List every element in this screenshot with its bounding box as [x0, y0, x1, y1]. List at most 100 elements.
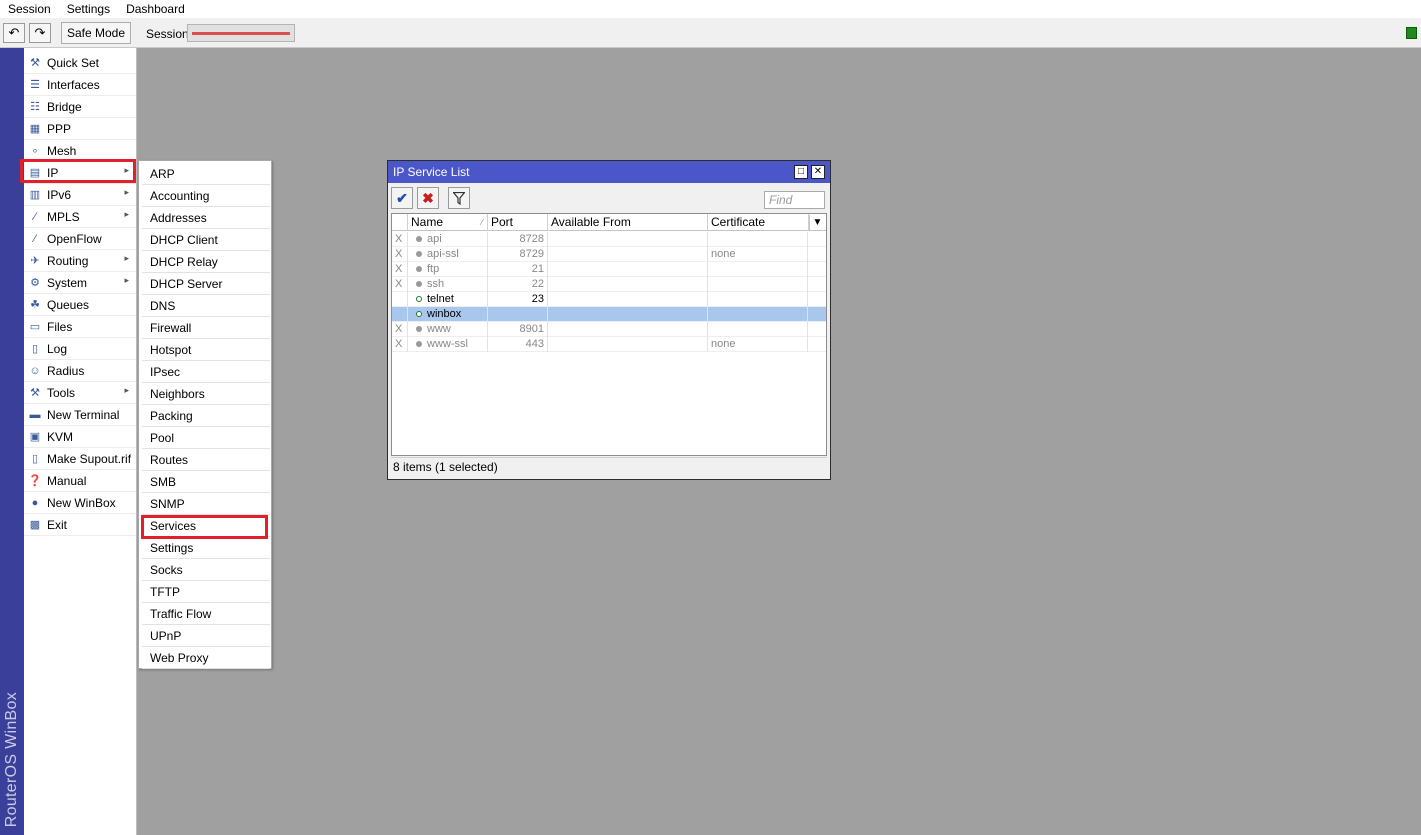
ip-menu-item-dhcp-relay[interactable]: DHCP Relay	[142, 251, 270, 273]
sidebar-item-log[interactable]: ▯ Log	[24, 338, 136, 360]
sidebar-item-system[interactable]: ⚙ System ▸	[24, 272, 136, 294]
ip-menu-item-upnp[interactable]: UPnP	[142, 625, 270, 647]
sidebar-item-openflow[interactable]: ∕ OpenFlow	[24, 228, 136, 250]
find-input[interactable]: Find	[764, 191, 825, 209]
redo-icon: ↷	[34, 25, 46, 40]
row-port: 443	[488, 337, 548, 352]
tools-icon: ⚒	[30, 387, 40, 399]
row-available-from	[548, 307, 708, 322]
ip-menu-item-hotspot[interactable]: Hotspot	[142, 339, 270, 361]
redaction-mark	[192, 32, 290, 35]
ip-menu-item-routes[interactable]: Routes	[142, 449, 270, 471]
row-certificate	[708, 277, 808, 292]
sidebar-item-kvm[interactable]: ▣ KVM	[24, 426, 136, 448]
ip-menu-item-snmp[interactable]: SNMP	[142, 493, 270, 515]
sidebar-item-bridge[interactable]: ☷ Bridge	[24, 96, 136, 118]
undo-button[interactable]: ↶	[3, 23, 25, 43]
menu-settings[interactable]: Settings	[59, 0, 118, 18]
ip-menu-item-settings[interactable]: Settings	[142, 537, 270, 559]
ip-menu-item-dhcp-client[interactable]: DHCP Client	[142, 229, 270, 251]
service-table: Name ∕ Port Available From Certificate ▼…	[391, 213, 827, 456]
ip-menu-item-web-proxy[interactable]: Web Proxy	[142, 647, 270, 669]
header-port[interactable]: Port	[488, 214, 548, 231]
table-row[interactable]: Xftp 21	[392, 262, 826, 277]
row-name-text: ssh	[427, 278, 445, 290]
menu-session[interactable]: Session	[0, 0, 59, 18]
table-row[interactable]: Xapi 8728	[392, 232, 826, 247]
row-name-text: www	[427, 323, 451, 335]
sidebar-item-make-supout-rif[interactable]: ▯ Make Supout.rif	[24, 448, 136, 470]
sidebar-item-ppp[interactable]: ▦ PPP	[24, 118, 136, 140]
window-titlebar[interactable]: IP Service List	[388, 161, 830, 183]
row-name-text: api	[427, 233, 442, 245]
ip-menu-item-dns[interactable]: DNS	[142, 295, 270, 317]
enable-button[interactable]: ✔	[391, 187, 413, 209]
ip-menu-item-smb[interactable]: SMB	[142, 471, 270, 493]
sidebar-item-tools[interactable]: ⚒ Tools ▸	[24, 382, 136, 404]
sidebar-item-label: Files	[47, 319, 73, 334]
table-row[interactable]: telnet 23	[392, 292, 826, 307]
sidebar-item-ipv6[interactable]: ▥ IPv6 ▸	[24, 184, 136, 206]
row-name-text: winbox	[427, 308, 462, 320]
interfaces-icon: ☰	[30, 79, 40, 91]
supout-icon: ▯	[31, 453, 39, 465]
sidebar-item-new-winbox[interactable]: ● New WinBox	[24, 492, 136, 514]
ip-menu-item-addresses[interactable]: Addresses	[142, 207, 270, 229]
row-available-from	[548, 247, 708, 262]
column-menu-button[interactable]: ▼	[809, 215, 825, 230]
filter-button[interactable]	[448, 187, 470, 209]
ip-menu-item-tftp[interactable]: TFTP	[142, 581, 270, 603]
header-certificate[interactable]: Certificate	[708, 214, 809, 231]
ip-menu-item-socks[interactable]: Socks	[142, 559, 270, 581]
sidebar-item-label: Bridge	[47, 99, 82, 114]
header-name[interactable]: Name ∕	[408, 214, 488, 231]
sidebar-item-label: OpenFlow	[47, 231, 102, 246]
disable-button[interactable]: ✖	[417, 187, 439, 209]
safe-mode-button[interactable]: Safe Mode	[61, 22, 131, 44]
sidebar-item-label: Log	[47, 341, 68, 356]
close-button[interactable]: ✕	[811, 165, 825, 179]
sidebar-item-label: Quick Set	[47, 55, 100, 70]
ip-menu-item-arp[interactable]: ARP	[142, 163, 270, 185]
table-row[interactable]: Xssh 22	[392, 277, 826, 292]
sidebar-item-quick-set[interactable]: ⚒ Quick Set	[24, 52, 136, 74]
menu-dashboard[interactable]: Dashboard	[118, 0, 193, 18]
maximize-button[interactable]: □	[794, 165, 808, 179]
bridge-icon: ☷	[30, 101, 40, 113]
sidebar-item-new-terminal[interactable]: ▬ New Terminal	[24, 404, 136, 426]
files-icon: ▭	[29, 321, 41, 333]
row-name: api	[408, 232, 488, 247]
sidebar-item-exit[interactable]: ▩ Exit	[24, 514, 136, 536]
ppp-icon: ▦	[29, 123, 41, 135]
ip-menu-item-firewall[interactable]: Firewall	[142, 317, 270, 339]
row-port: 8728	[488, 232, 548, 247]
row-certificate	[708, 232, 808, 247]
table-row[interactable]: Xapi-ssl 8729 none	[392, 247, 826, 262]
ip-menu-item-packing[interactable]: Packing	[142, 405, 270, 427]
ip-menu-item-dhcp-server[interactable]: DHCP Server	[142, 273, 270, 295]
ip-submenu: ARP Accounting Addresses DHCP Client DHCP Re…	[138, 160, 272, 669]
ip-menu-item-neighbors[interactable]: Neighbors	[142, 383, 270, 405]
row-name-text: ftp	[427, 263, 440, 275]
sidebar-item-queues[interactable]: ☘ Queues	[24, 294, 136, 316]
brand-text: RouterOS WinBox	[3, 691, 20, 827]
ip-menu-item-pool[interactable]: Pool	[142, 427, 270, 449]
winbox-icon: ●	[31, 496, 39, 509]
table-row[interactable]: Xwww-ssl 443 none	[392, 337, 826, 352]
quick-set-icon: ⚒	[30, 57, 40, 69]
header-available-from[interactable]: Available From	[548, 214, 708, 231]
ip-menu-item-traffic-flow[interactable]: Traffic Flow	[142, 603, 270, 625]
redo-button[interactable]: ↷	[29, 23, 51, 43]
sidebar-item-routing[interactable]: ✈ Routing ▸	[24, 250, 136, 272]
table-row[interactable]: winbox	[392, 307, 826, 322]
ip-menu-item-ipsec[interactable]: IPsec	[142, 361, 270, 383]
sidebar-item-radius[interactable]: ☺ Radius	[24, 360, 136, 382]
sidebar-item-mpls[interactable]: ∕ MPLS ▸	[24, 206, 136, 228]
sidebar-item-interfaces[interactable]: ☰ Interfaces	[24, 74, 136, 96]
table-row[interactable]: Xwww 8901	[392, 322, 826, 337]
ip-menu-item-accounting[interactable]: Accounting	[142, 185, 270, 207]
cross-icon: ✖	[422, 189, 434, 206]
sidebar-item-files[interactable]: ▭ Files	[24, 316, 136, 338]
sidebar-item-manual[interactable]: ❓ Manual	[24, 470, 136, 492]
log-icon: ▯	[31, 343, 39, 355]
